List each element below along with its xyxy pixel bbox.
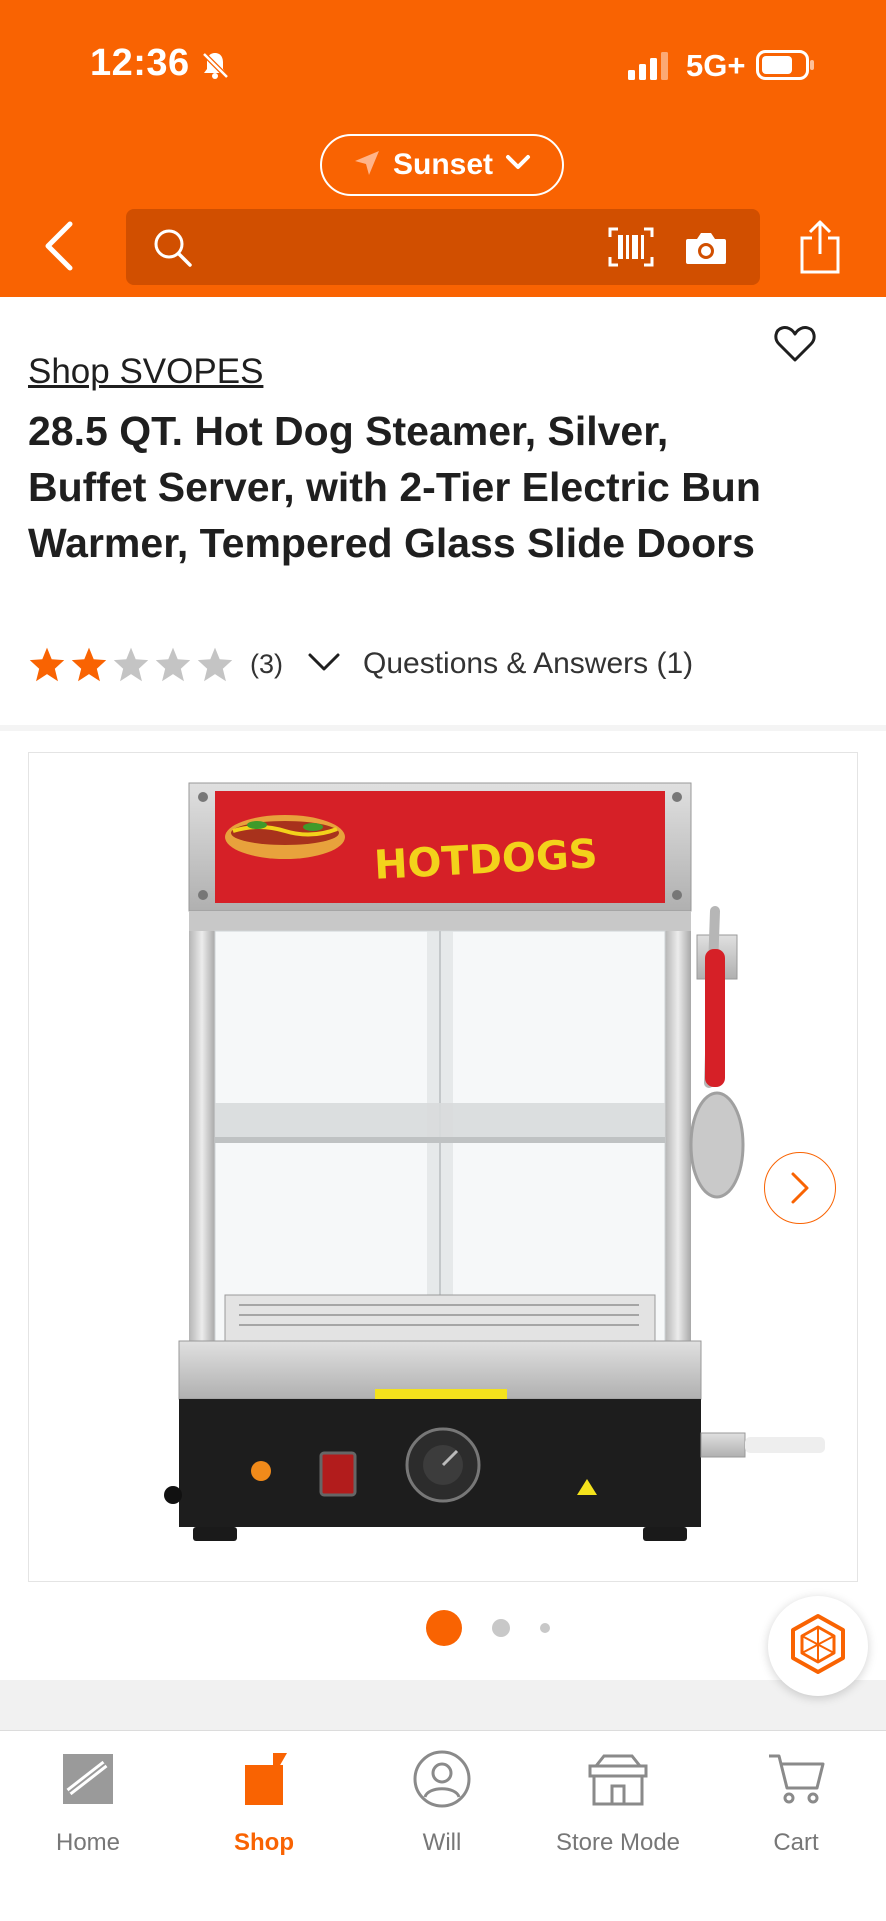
status-time: 12:36	[90, 42, 190, 84]
search-bar[interactable]	[126, 209, 760, 287]
star-filled-icon	[29, 647, 65, 682]
star-filled-icon	[71, 647, 107, 682]
share-icon[interactable]	[796, 218, 844, 281]
network-type: 5G+	[686, 48, 746, 83]
tab-shop-label: Shop	[234, 1829, 294, 1856]
carousel-dot[interactable]	[426, 1610, 462, 1646]
section-divider	[0, 1680, 886, 1730]
carousel-dots[interactable]	[426, 1610, 550, 1646]
rating-stars	[28, 646, 234, 682]
chevron-down-icon[interactable]	[307, 651, 341, 678]
search-icon	[152, 227, 194, 274]
home-depot-logo-icon	[8, 1743, 168, 1815]
location-arrow-icon	[353, 149, 381, 182]
tab-cart[interactable]: Cart	[716, 1743, 876, 1857]
tab-account[interactable]: Will	[362, 1743, 522, 1857]
carousel-dot[interactable]	[492, 1619, 510, 1637]
tab-store-mode-label: Store Mode	[555, 1829, 681, 1856]
user-icon	[362, 1743, 522, 1815]
review-count[interactable]: (3)	[250, 649, 283, 680]
tab-cart-label: Cart	[773, 1829, 819, 1856]
rating-row[interactable]: (3) Questions & Answers (1)	[28, 641, 693, 687]
questions-answers-link[interactable]: Questions & Answers (1)	[363, 647, 693, 681]
back-arrow-icon[interactable]	[40, 220, 76, 277]
chat-assistant-button[interactable]	[768, 1596, 868, 1696]
carousel-next-button[interactable]	[764, 1152, 836, 1224]
product-image[interactable]: HOTDOGS	[28, 752, 858, 1582]
shop-bag-icon	[184, 1743, 344, 1815]
bottom-tab-bar: Home Shop Will Store Mode Cart	[0, 1730, 886, 1921]
tab-account-label: Will	[422, 1829, 462, 1856]
tab-home-label: Home	[55, 1829, 121, 1856]
app-header: 12:36 5G+ Sunset	[0, 0, 886, 297]
search-input[interactable]	[206, 209, 610, 287]
tab-shop[interactable]: Shop	[184, 1743, 344, 1857]
hexagon-assistant-icon	[789, 1613, 847, 1680]
store-location-label: Sunset	[392, 148, 494, 181]
divider	[0, 725, 886, 731]
star-empty-icon	[197, 647, 233, 682]
barcode-scan-icon[interactable]	[608, 227, 654, 272]
store-icon	[538, 1743, 698, 1815]
heart-icon[interactable]	[774, 324, 816, 369]
star-empty-icon	[155, 647, 191, 682]
star-empty-icon	[113, 647, 149, 682]
camera-icon[interactable]	[684, 229, 728, 272]
tab-home[interactable]: Home	[8, 1743, 168, 1857]
battery-icon	[756, 50, 816, 85]
brand-link[interactable]: Shop SVOPES	[28, 352, 263, 392]
product-title: 28.5 QT. Hot Dog Steamer, Silver, Buffet…	[28, 408, 761, 566]
bell-muted-icon	[200, 50, 230, 85]
cart-icon	[716, 1743, 876, 1815]
carousel-dot[interactable]	[540, 1623, 550, 1633]
status-bar: 12:36 5G+	[0, 0, 886, 130]
tab-store-mode[interactable]: Store Mode	[538, 1743, 698, 1857]
store-location-selector[interactable]: Sunset	[320, 134, 564, 196]
signal-icon	[628, 52, 672, 85]
chevron-down-icon	[505, 154, 531, 177]
